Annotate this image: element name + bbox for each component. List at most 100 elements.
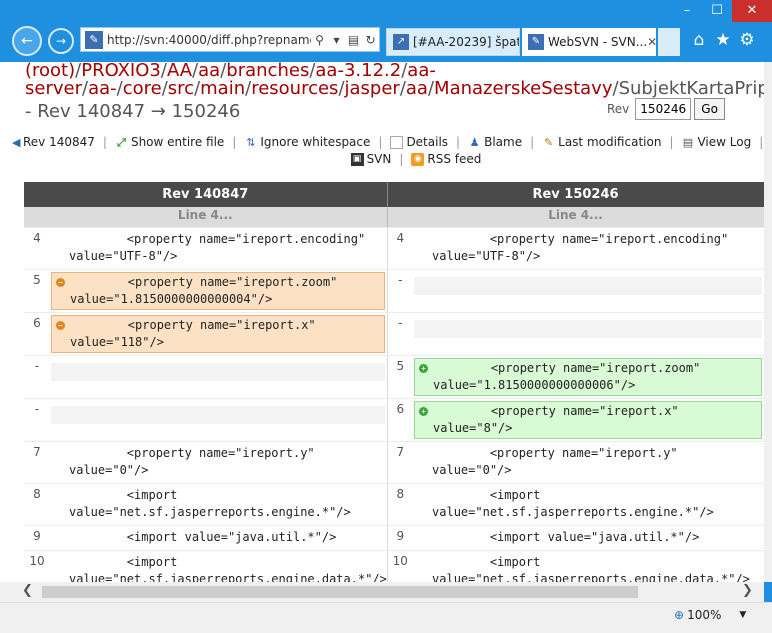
left-code-line: − <property name="ireport.zoom" value="1… <box>51 271 385 310</box>
right-code-cell: <import value="net.sf.jasperreports.engi… <box>413 550 764 582</box>
view-log-link[interactable]: ▤ View Log <box>681 134 751 151</box>
right-code-line: <property name="ireport.y" value="0"/> <box>414 444 762 481</box>
compat-view-icon[interactable]: ▤ <box>345 33 362 47</box>
breadcrumb-current-file: SubjektKartaPripadSubrepo <box>618 78 764 99</box>
last-modification-link[interactable]: ✎ Last modification <box>542 134 661 151</box>
scroll-right-icon[interactable]: ❯ <box>742 583 753 598</box>
revision-input[interactable] <box>635 98 692 120</box>
svn-link[interactable]: ▣ SVN <box>350 151 391 168</box>
right-code-line: <import value="net.sf.jasperreports.engi… <box>414 486 762 523</box>
removed-line-icon: − <box>56 277 65 287</box>
left-hunk-header: Line 4... <box>24 207 388 228</box>
address-bar[interactable]: ✎ http://svn:40000/diff.php?repname=SV ⚲… <box>80 27 380 52</box>
zoom-dropdown-icon[interactable]: ▼ <box>739 610 746 620</box>
back-button[interactable]: ← <box>12 26 42 56</box>
right-line-number: - <box>387 269 414 313</box>
blame-link[interactable]: ♟ Blame <box>468 134 522 151</box>
browser-chrome: – ☐ ✕ ← → ✎ http://svn:40000/diff.php?re… <box>0 0 772 62</box>
left-arrow-icon: ◀ <box>12 136 21 149</box>
forward-arrow-icon: → <box>55 34 67 48</box>
right-code-cell: <import value="java.util.*"/> <box>413 525 764 551</box>
url-text[interactable]: http://svn:40000/diff.php?repname=SV <box>107 33 311 47</box>
tab-label: [#AA-20239] špatn... <box>413 35 520 49</box>
back-arrow-icon: ← <box>21 33 33 49</box>
maximize-button[interactable]: ☐ <box>702 0 732 22</box>
separator: | <box>759 135 764 149</box>
left-code-cell: <property name="ireport.y" value="0"/> <box>50 441 388 484</box>
code-text: <import value="net.sf.jasperreports.engi… <box>69 487 351 519</box>
home-icon[interactable]: ⌂ <box>689 30 709 50</box>
go-button[interactable]: Go <box>694 98 725 120</box>
code-text: <property name="ireport.y" value="0"/> <box>432 445 678 477</box>
right-code-line: + <property name="ireport.x" value="8"/> <box>414 400 762 439</box>
jira-favicon-icon: ↗ <box>393 34 409 50</box>
log-icon: ▤ <box>682 136 694 149</box>
left-code-cell <box>50 355 388 399</box>
left-code-cell <box>50 398 388 442</box>
code-text: <import value="net.sf.jasperreports.engi… <box>69 554 387 583</box>
separator: | <box>102 135 107 149</box>
left-code-line: <property name="ireport.y" value="0"/> <box>51 444 385 481</box>
rss-feed-link[interactable]: ◉ RSS feed <box>411 151 481 168</box>
left-rev-header: Rev 140847 <box>24 182 388 207</box>
refresh-icon[interactable]: ↻ <box>362 33 379 47</box>
ignore-whitespace-link[interactable]: ⇅ Ignore whitespace <box>244 134 370 151</box>
right-hunk-header: Line 4... <box>387 207 764 228</box>
breadcrumb-segment[interactable]: src <box>168 78 194 99</box>
right-code-cell: + <property name="ireport.zoom" value="1… <box>413 355 764 399</box>
revision-range: - Rev 140847 → 150246 <box>25 101 241 122</box>
new-tab-button[interactable] <box>658 28 680 56</box>
code-text: <property name="ireport.y" value="0"/> <box>69 445 315 477</box>
left-code-line <box>51 362 385 381</box>
show-entire-file-link[interactable]: ⤢ Show entire file <box>115 134 224 151</box>
person-icon: ♟ <box>469 136 480 149</box>
breadcrumb-segment[interactable]: aa- <box>88 78 117 99</box>
right-code-cell: + <property name="ireport.x" value="8"/> <box>413 398 764 442</box>
minimize-button[interactable]: – <box>672 0 702 22</box>
left-code-line: <import value="net.sf.jasperreports.engi… <box>51 553 387 583</box>
search-icon[interactable]: ⚲ <box>311 33 328 47</box>
breadcrumb-segment[interactable]: main <box>200 78 245 99</box>
breadcrumb-segment[interactable]: core <box>123 78 162 99</box>
prev-rev-link[interactable]: ◀ Rev 140847 <box>12 134 95 151</box>
code-text: <import value="net.sf.jasperreports.engi… <box>432 554 750 583</box>
right-line-number: - <box>387 312 414 356</box>
diff-row: 4 <property name="ireport.encoding" valu… <box>24 227 764 270</box>
right-code-line <box>414 319 762 338</box>
scroll-thumb[interactable] <box>42 586 638 598</box>
close-button[interactable]: ✕ <box>732 0 772 22</box>
right-code-cell: <property name="ireport.encoding" value=… <box>413 227 764 270</box>
vertical-scrollbar[interactable] <box>764 62 772 582</box>
page-content: (root)/PROXIO3/AA/aa/branches/aa-3.12.2/… <box>0 62 764 582</box>
svn-icon: ▣ <box>350 153 364 166</box>
tab-close-icon[interactable]: ✕ <box>647 35 656 49</box>
gear-icon[interactable]: ⚙ <box>737 30 757 50</box>
zoom-control[interactable]: ⊕ 100% ▼ <box>674 608 746 622</box>
code-text: <property name="ireport.encoding" value=… <box>69 231 366 263</box>
breadcrumb-segment[interactable]: aa <box>406 78 428 99</box>
diff-row: 8 <import value="net.sf.jasperreports.en… <box>24 483 764 526</box>
site-favicon-icon: ✎ <box>85 30 103 49</box>
expand-icon: ⤢ <box>117 136 126 149</box>
dropdown-chevron-icon[interactable]: ▾ <box>328 33 345 47</box>
tab-websvn[interactable]: ✎ WebSVN - SVN... ✕ <box>522 28 656 56</box>
details-link[interactable]: Details <box>390 134 448 151</box>
horizontal-scrollbar[interactable]: ❮ ❯ <box>0 582 764 602</box>
left-line-number: 10 <box>24 550 50 582</box>
window-controls: – ☐ ✕ <box>672 0 772 22</box>
breadcrumb-segment[interactable]: resources <box>251 78 338 99</box>
right-line-number: 6 <box>387 398 414 442</box>
diff-row: 7 <property name="ireport.y" value="0"/>… <box>24 441 764 484</box>
diff-row: 10 <import value="net.sf.jasperreports.e… <box>24 550 764 582</box>
tab-jira[interactable]: ↗ [#AA-20239] špatn... <box>386 28 520 56</box>
separator: | <box>378 135 383 149</box>
scroll-left-icon[interactable]: ❮ <box>22 583 33 598</box>
rss-icon: ◉ <box>411 153 425 166</box>
star-icon[interactable]: ★ <box>713 30 733 50</box>
breadcrumb-segment[interactable]: jasper <box>345 78 400 99</box>
left-line-number: 9 <box>24 525 50 551</box>
left-code-line: − <property name="ireport.x" value="118"… <box>51 314 385 353</box>
forward-button[interactable]: → <box>48 28 74 54</box>
breadcrumb-segment[interactable]: ManazerskeSestavy <box>434 78 612 99</box>
separator: | <box>456 135 461 149</box>
